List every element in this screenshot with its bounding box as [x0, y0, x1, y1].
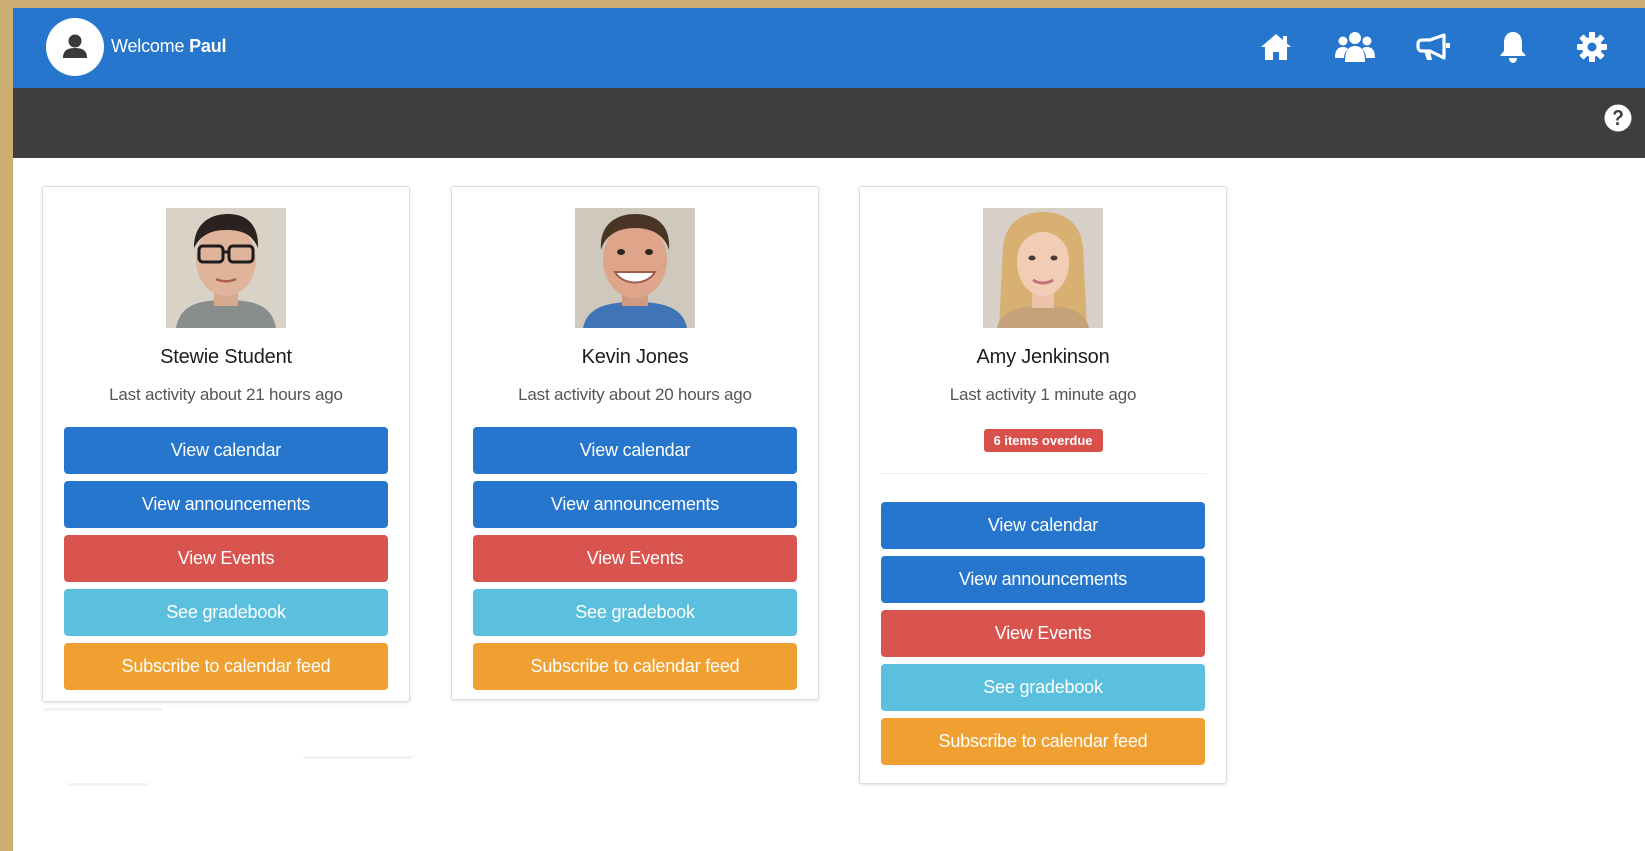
gear-icon[interactable]: [1552, 24, 1631, 70]
last-activity: Last activity about 21 hours ago: [109, 385, 343, 404]
welcome-message: Welcome Paul: [111, 36, 227, 57]
view-calendar-button[interactable]: View calendar: [473, 427, 797, 474]
background-trace: [68, 783, 148, 786]
student-card: Amy Jenkinson Last activity 1 minute ago…: [859, 186, 1227, 784]
question-circle-icon[interactable]: [1603, 103, 1633, 133]
toolbar: [13, 88, 1645, 158]
student-photo: [575, 208, 695, 328]
action-buttons: View calendar View announcements View Ev…: [881, 502, 1205, 765]
student-photo: [166, 208, 286, 328]
divider: [880, 473, 1206, 474]
top-navbar: Welcome Paul: [13, 8, 1645, 88]
student-card: Kevin Jones Last activity about 20 hours…: [451, 186, 819, 700]
action-buttons: View calendar View announcements View Ev…: [473, 427, 797, 690]
nav-icon-bar: [1236, 24, 1631, 70]
welcome-prefix: Welcome: [111, 36, 185, 56]
see-gradebook-button[interactable]: See gradebook: [64, 589, 388, 636]
student-card: Stewie Student Last activity about 21 ho…: [42, 186, 410, 702]
see-gradebook-button[interactable]: See gradebook: [881, 664, 1205, 711]
view-calendar-button[interactable]: View calendar: [881, 502, 1205, 549]
subscribe-calendar-feed-button[interactable]: Subscribe to calendar feed: [473, 643, 797, 690]
view-announcements-button[interactable]: View announcements: [473, 481, 797, 528]
user-avatar[interactable]: [46, 18, 104, 76]
view-calendar-button[interactable]: View calendar: [64, 427, 388, 474]
view-announcements-button[interactable]: View announcements: [881, 556, 1205, 603]
bell-icon[interactable]: [1473, 24, 1552, 70]
home-icon[interactable]: [1236, 24, 1315, 70]
student-name: Stewie Student: [160, 346, 292, 368]
student-name: Kevin Jones: [581, 346, 689, 368]
subscribe-calendar-feed-button[interactable]: Subscribe to calendar feed: [881, 718, 1205, 765]
subscribe-calendar-feed-button[interactable]: Subscribe to calendar feed: [64, 643, 388, 690]
overdue-badge[interactable]: 6 items overdue: [983, 429, 1103, 452]
app-frame: Welcome Paul Stewie Student Last activit…: [13, 8, 1645, 851]
action-buttons: View calendar View announcements View Ev…: [64, 427, 388, 690]
overdue-badge-row: 6 items overdue: [860, 429, 1226, 452]
student-name: Amy Jenkinson: [976, 346, 1110, 368]
last-activity: Last activity about 20 hours ago: [518, 385, 752, 404]
student-photo: [983, 208, 1103, 328]
user-icon: [63, 34, 87, 58]
view-events-button[interactable]: View Events: [881, 610, 1205, 657]
users-icon[interactable]: [1315, 24, 1394, 70]
last-activity: Last activity 1 minute ago: [949, 385, 1137, 404]
view-announcements-button[interactable]: View announcements: [64, 481, 388, 528]
background-trace: [43, 708, 163, 711]
background-trace: [303, 756, 413, 759]
see-gradebook-button[interactable]: See gradebook: [473, 589, 797, 636]
view-events-button[interactable]: View Events: [64, 535, 388, 582]
view-events-button[interactable]: View Events: [473, 535, 797, 582]
megaphone-icon[interactable]: [1394, 24, 1473, 70]
user-name: Paul: [189, 36, 227, 56]
